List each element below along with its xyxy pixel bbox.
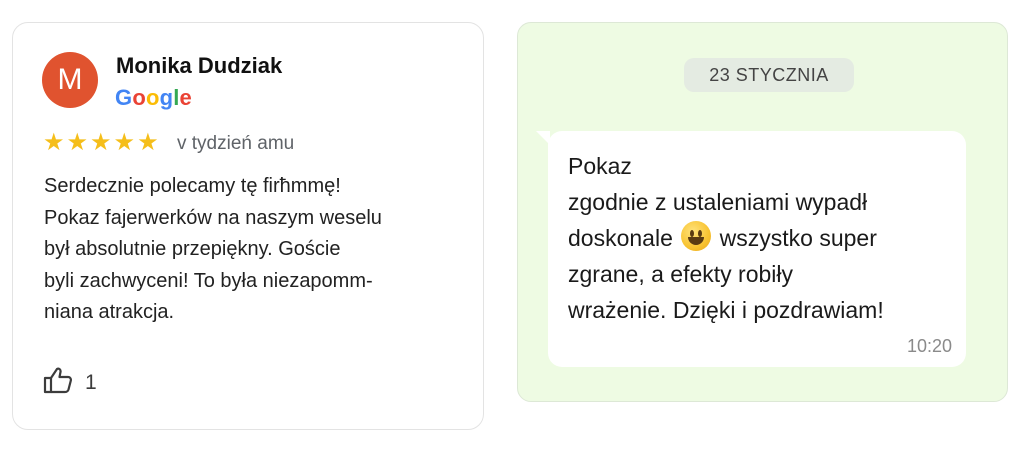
star-icon: ★ bbox=[90, 129, 112, 156]
message-bubble[interactable]: Pokaz zgodnie z ustaleniami wypadł dosko… bbox=[536, 131, 966, 367]
google-logo-letter: G bbox=[115, 85, 133, 110]
google-logo: Google bbox=[115, 85, 192, 111]
star-icon: ★ bbox=[66, 129, 89, 156]
star-rating: ★ ★ ★ ★ ★ bbox=[43, 128, 161, 158]
like-count: 1 bbox=[85, 370, 97, 394]
message-line: wrażenie. Dzięki i pozdrawiam! bbox=[568, 297, 884, 323]
message-line: doskonale wszystko super bbox=[568, 220, 884, 256]
message-line-part: wszystko super bbox=[719, 225, 877, 251]
avatar[interactable]: M bbox=[42, 52, 98, 108]
review-time: v tydzień amu bbox=[177, 133, 295, 154]
review-author-name[interactable]: Monika Dudziak bbox=[116, 53, 282, 79]
smiling-face-emoji bbox=[681, 221, 712, 251]
message-time: 10:20 bbox=[906, 336, 952, 356]
message-line: Pokaz bbox=[568, 153, 632, 179]
message-text: Pokaz zgodnie z ustaleniami wypadł dosko… bbox=[568, 148, 884, 328]
review-card: M Monika Dudziak Google ★ ★ ★ ★ ★ v tydzień … bbox=[12, 22, 484, 430]
message-line: zgrane, a efekty robiły bbox=[568, 261, 794, 287]
date-chip: 23 STYCZNIA bbox=[684, 58, 854, 92]
review-text-line: niana atrakcja. bbox=[44, 301, 175, 323]
review-text-line: byli zachwyceni! To była niezapomm- bbox=[44, 269, 373, 292]
chat-panel: 23 STYCZNIA Pokaz zgodnie z ustaleniami … bbox=[517, 22, 1008, 402]
message-line-part: doskonale bbox=[568, 225, 673, 251]
google-logo-letter: e bbox=[179, 85, 192, 110]
review-text-line: Serdecznie polecamy tę firħmmę! bbox=[44, 175, 341, 197]
google-logo-letter: g bbox=[159, 85, 174, 110]
star-icon: ★ bbox=[113, 129, 136, 156]
thumbs-up-icon bbox=[43, 366, 73, 399]
review-text-line: Pokaz fajerwerków na naszym weselu bbox=[44, 206, 382, 229]
star-icon: ★ bbox=[43, 129, 65, 156]
google-logo-letter: o bbox=[145, 85, 160, 110]
bubble-tail bbox=[536, 131, 550, 145]
review-text-line: był absolutnie przepiękny. Goście bbox=[44, 238, 341, 260]
message-line: zgodnie z ustaleniami wypadł bbox=[568, 189, 868, 215]
google-logo-letter: o bbox=[132, 85, 146, 110]
like-button[interactable]: 1 bbox=[43, 366, 97, 399]
review-text: Serdecznie polecamy tę firħmmę! Pokaz fa… bbox=[44, 171, 474, 329]
star-icon: ★ bbox=[137, 129, 159, 156]
